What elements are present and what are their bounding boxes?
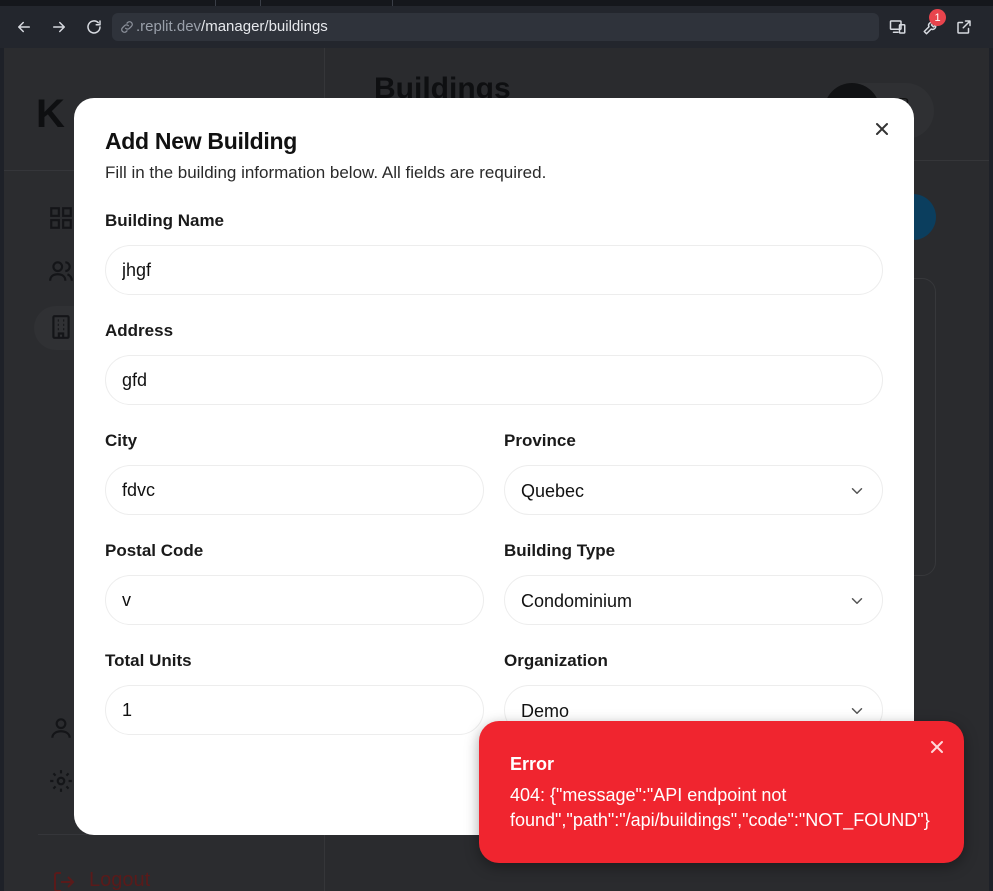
province-label: Province <box>504 431 576 450</box>
building-name-input[interactable] <box>105 245 883 295</box>
organization-label: Organization <box>504 651 608 670</box>
settings-icon[interactable] <box>48 768 74 794</box>
province-select[interactable]: Quebec <box>504 465 883 515</box>
user-icon[interactable] <box>48 715 74 741</box>
toast-title: Error <box>510 754 555 774</box>
link-icon <box>119 19 135 35</box>
browser-toolbar: .replit.dev/manager/buildings <box>0 6 993 48</box>
total-units-input[interactable] <box>105 685 484 735</box>
province-value: Quebec <box>521 481 585 501</box>
reload-icon[interactable] <box>83 16 105 38</box>
error-toast: Error 404: {"message":"API endpoint not … <box>479 721 964 863</box>
external-link-icon[interactable] <box>953 16 975 38</box>
building-type-label: Building Type <box>504 541 616 560</box>
chevron-down-icon <box>848 592 866 610</box>
logout-link[interactable]: Logout <box>89 869 150 891</box>
chevron-down-icon <box>848 482 866 500</box>
total-units-label: Total Units <box>105 651 192 670</box>
dashboard-icon[interactable] <box>48 205 74 231</box>
url-host: .replit.dev <box>136 18 202 35</box>
building-name-label: Building Name <box>105 211 225 230</box>
app-logo: K <box>36 92 65 136</box>
postal-code-label: Postal Code <box>105 541 204 560</box>
building-icon[interactable] <box>48 314 74 340</box>
url-text: .replit.dev/manager/buildings <box>136 18 328 35</box>
building-type-value: Condominium <box>521 591 633 611</box>
close-icon[interactable] <box>873 120 891 138</box>
arrow-left-icon[interactable] <box>13 16 35 38</box>
dialog-description: Fill in the building information below. … <box>105 163 547 182</box>
address-bar[interactable]: .replit.dev/manager/buildings <box>112 13 879 41</box>
extensions-badge: 1 <box>929 9 946 26</box>
address-input[interactable] <box>105 355 883 405</box>
toast-message: 404: {"message":"API endpoint not found"… <box>510 785 930 830</box>
arrow-right-icon[interactable] <box>48 16 70 38</box>
users-icon[interactable] <box>48 258 74 284</box>
close-icon[interactable] <box>930 740 944 754</box>
chevron-down-icon <box>848 702 866 720</box>
devices-icon[interactable] <box>887 16 909 38</box>
building-type-select[interactable]: Condominium <box>504 575 883 625</box>
city-label: City <box>105 431 138 450</box>
url-path: /manager/buildings <box>201 18 328 35</box>
dialog-title: Add New Building <box>105 128 297 154</box>
city-input[interactable] <box>105 465 484 515</box>
organization-value: Demo <box>521 701 570 721</box>
postal-code-input[interactable] <box>105 575 484 625</box>
logout-icon[interactable] <box>52 870 76 891</box>
address-label: Address <box>105 321 174 340</box>
